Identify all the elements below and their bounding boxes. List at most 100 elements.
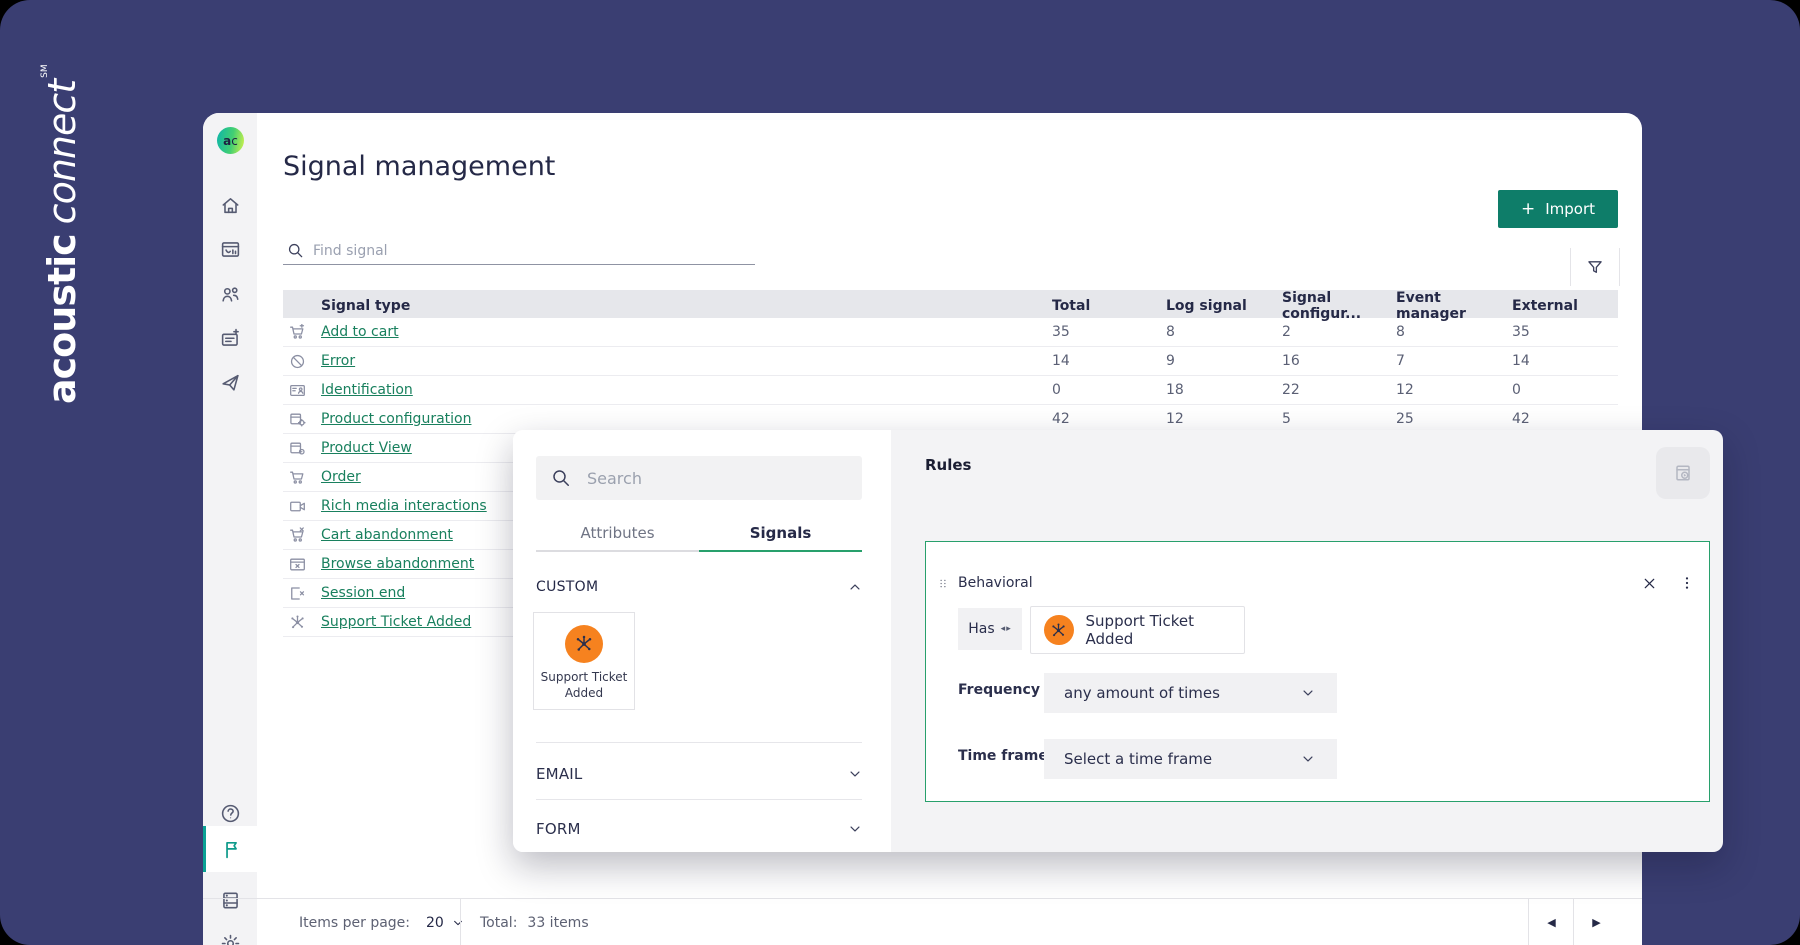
cell-value: 18	[1166, 382, 1184, 398]
cell-value: 14	[1052, 353, 1070, 369]
chevron-down-icon	[848, 822, 862, 836]
cart-plus-icon	[289, 323, 306, 341]
audiences-icon	[220, 284, 241, 305]
page-title: Signal management	[283, 151, 556, 182]
app-avatar[interactable]: ac	[217, 127, 244, 154]
cell-value: 8	[1166, 324, 1175, 340]
find-signal-input[interactable]	[311, 237, 695, 265]
column-header-signal-type: Signal type	[321, 298, 411, 314]
next-page-icon: ▶	[1592, 916, 1601, 929]
signal-rule-modal: Attributes Signals CUSTOM Support Ticket…	[513, 430, 1723, 852]
table-header: Signal type Total Log signal Signal conf…	[283, 290, 1618, 322]
table-row: Add to cart 35 8 2 8 35	[283, 318, 1618, 347]
import-button-label: Import	[1545, 200, 1596, 218]
section-form-label: FORM	[536, 820, 581, 838]
signal-link[interactable]: Add to cart	[321, 324, 1052, 340]
table-row: Error 14 9 16 7 14	[283, 347, 1618, 376]
frequency-select[interactable]: any amount of times	[1044, 673, 1337, 713]
help-icon	[220, 803, 241, 824]
rules-title: Rules	[925, 456, 972, 474]
rail-item-home[interactable]	[203, 183, 257, 227]
section-email-label: EMAIL	[536, 765, 583, 783]
items-per-page-select[interactable]: 20	[426, 915, 464, 931]
section-form[interactable]: FORM	[536, 815, 862, 843]
signal-link[interactable]: Product configuration	[321, 411, 1052, 427]
close-icon[interactable]	[1642, 576, 1657, 591]
frequency-label: Frequency	[958, 682, 1040, 698]
signal-chip[interactable]: Support Ticket Added	[1030, 606, 1245, 654]
signal-chip-label: Support Ticket Added	[1085, 612, 1194, 648]
signal-tile-support-ticket-added[interactable]: Support Ticket Added	[533, 612, 635, 710]
next-page-button[interactable]: ▶	[1573, 899, 1619, 945]
rail-item-campaigns[interactable]	[203, 227, 257, 271]
rule-card-behavioral: Behavioral Has ◂▸ Support Ticket Added F…	[925, 541, 1710, 802]
section-custom-label: CUSTOM	[536, 579, 599, 595]
footer-divider	[460, 899, 461, 945]
cell-value: 0	[1052, 382, 1061, 398]
session-end-icon	[289, 585, 306, 602]
import-button[interactable]: + Import	[1498, 190, 1618, 228]
rail-item-send[interactable]	[203, 360, 257, 404]
search-icon	[287, 242, 304, 259]
picker-search-input[interactable]	[585, 467, 862, 489]
clipboard-play-icon	[1673, 463, 1693, 483]
filter-button[interactable]	[1570, 248, 1620, 286]
order-cart-icon	[289, 469, 306, 486]
cell-value: 16	[1282, 353, 1300, 369]
picker-search-box	[536, 456, 862, 500]
overflow-menu-icon[interactable]	[1679, 575, 1695, 591]
tab-signals[interactable]: Signals	[699, 522, 862, 552]
items-per-page-value: 20	[426, 914, 444, 931]
rail-item-audiences[interactable]	[203, 272, 257, 316]
chevron-down-icon	[452, 917, 464, 929]
chevron-down-icon	[1301, 752, 1315, 766]
column-header-external: External	[1512, 298, 1578, 314]
signal-link[interactable]: Error	[321, 353, 1052, 369]
cell-value: 8	[1396, 324, 1405, 340]
table-row: Identification 0 18 22 12 0	[283, 376, 1618, 405]
picker-divider	[536, 742, 862, 743]
cell-value: 0	[1512, 382, 1521, 398]
search-icon	[551, 468, 571, 488]
cell-value: 2	[1282, 324, 1291, 340]
network-icon	[289, 614, 306, 631]
swap-icon: ◂▸	[1000, 624, 1012, 634]
rule-history-button[interactable]	[1656, 447, 1710, 499]
browse-x-icon	[289, 556, 306, 573]
items-per-page-label: Items per page:	[299, 914, 411, 931]
tab-attributes[interactable]: Attributes	[536, 522, 699, 552]
send-icon	[220, 372, 241, 393]
operator-chip[interactable]: Has ◂▸	[958, 608, 1022, 650]
id-card-icon	[289, 382, 306, 399]
drag-handle-icon[interactable]	[938, 576, 948, 591]
chevron-up-icon	[848, 580, 862, 594]
rail-item-signals-flag[interactable]	[203, 826, 257, 872]
brand-servicemark: SM	[40, 64, 50, 78]
cell-value: 42	[1512, 411, 1530, 427]
signal-link[interactable]: Identification	[321, 382, 1052, 398]
signal-picker-panel: Attributes Signals CUSTOM Support Ticket…	[513, 430, 891, 852]
plus-icon: +	[1520, 199, 1536, 219]
section-email[interactable]: EMAIL	[536, 760, 862, 788]
total-value: 33 items	[527, 914, 589, 931]
screen: acoustic connectSM ac Signal management +…	[0, 0, 1800, 945]
cell-value: 35	[1512, 324, 1530, 340]
previous-page-button[interactable]: ◀	[1528, 899, 1574, 945]
time-frame-label: Time frame	[958, 748, 1048, 764]
cell-value: 5	[1282, 411, 1291, 427]
cell-value: 42	[1052, 411, 1070, 427]
column-header-total: Total	[1052, 298, 1091, 314]
nav-rail: ac	[203, 113, 257, 945]
picker-divider	[536, 799, 862, 800]
section-custom[interactable]: CUSTOM	[536, 573, 862, 601]
cell-value: 35	[1052, 324, 1070, 340]
chevron-down-icon	[1301, 686, 1315, 700]
cell-value: 14	[1512, 353, 1530, 369]
rail-item-content[interactable]	[203, 316, 257, 360]
cell-value: 12	[1166, 411, 1184, 427]
error-icon	[289, 353, 306, 370]
time-frame-select[interactable]: Select a time frame	[1044, 739, 1337, 779]
picker-tabs: Attributes Signals	[536, 522, 862, 552]
previous-page-icon: ◀	[1547, 916, 1556, 929]
network-icon	[574, 634, 594, 654]
